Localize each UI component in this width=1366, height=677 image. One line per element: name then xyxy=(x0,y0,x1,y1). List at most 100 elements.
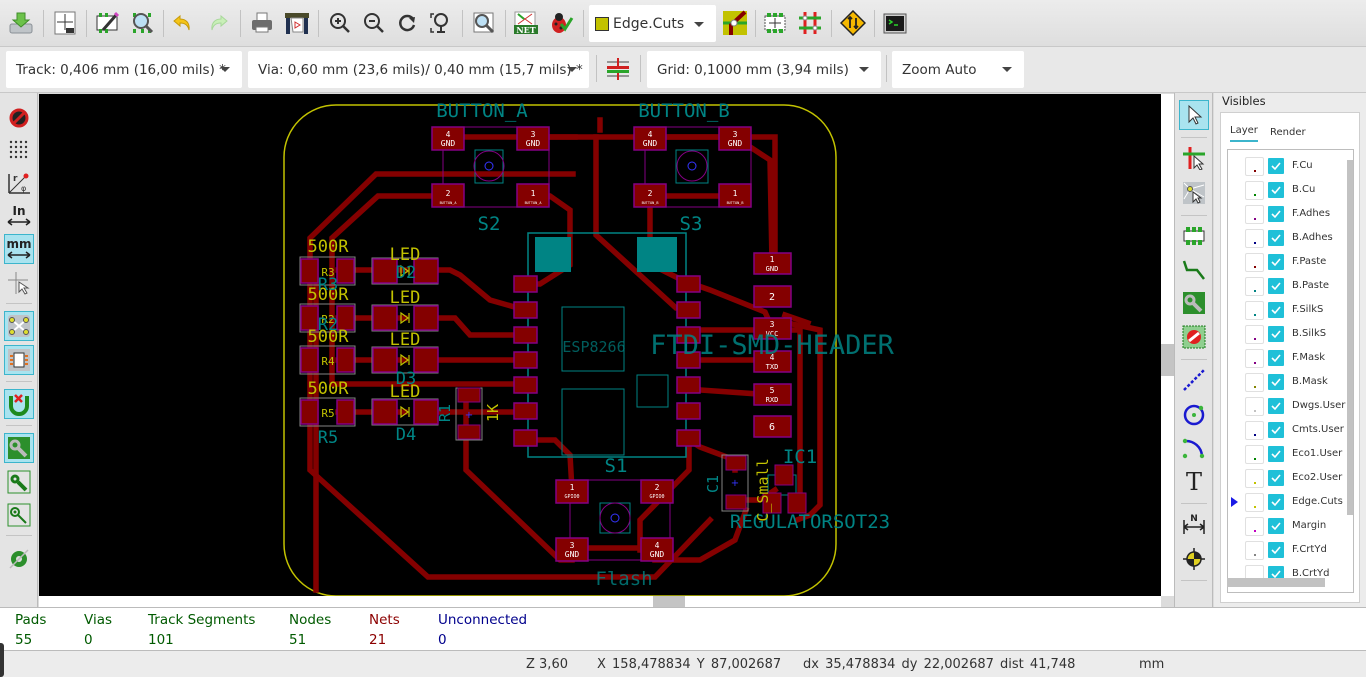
layer-row[interactable]: Margin xyxy=(1228,514,1348,538)
plot-button[interactable] xyxy=(282,8,312,38)
module-ratsnest-button[interactable] xyxy=(4,345,34,375)
layer-row[interactable]: F.Mask xyxy=(1228,346,1348,370)
add-footprint-button[interactable] xyxy=(1179,221,1209,251)
layer-color-button[interactable] xyxy=(1245,373,1264,392)
layer-visible-checkbox[interactable] xyxy=(1268,374,1284,390)
undo-button[interactable] xyxy=(168,8,198,38)
layer-color-button[interactable] xyxy=(1245,301,1264,320)
layer-visible-checkbox[interactable] xyxy=(1268,518,1284,534)
select-tool-button[interactable] xyxy=(1179,100,1209,130)
track-mode-button[interactable] xyxy=(795,8,825,38)
add-circle-button[interactable] xyxy=(1179,399,1209,429)
read-netlist-button[interactable]: NET xyxy=(511,8,541,38)
layer-color-button[interactable] xyxy=(1245,205,1264,224)
layer-visible-checkbox[interactable] xyxy=(1268,182,1284,198)
print-button[interactable] xyxy=(247,8,277,38)
layer-row[interactable]: F.SilkS xyxy=(1228,298,1348,322)
layer-color-button[interactable] xyxy=(1245,469,1264,488)
scripting-console-button[interactable] xyxy=(880,8,910,38)
add-line-button[interactable] xyxy=(1179,365,1209,395)
canvas-horizontal-scrollbar[interactable] xyxy=(39,596,1161,607)
tab-render[interactable]: Render xyxy=(1270,127,1306,138)
layer-row[interactable]: B.SilkS xyxy=(1228,322,1348,346)
add-keepout-button[interactable] xyxy=(1179,322,1209,352)
layer-row[interactable]: B.Paste xyxy=(1228,274,1348,298)
layer-row[interactable]: Dwgs.User xyxy=(1228,394,1348,418)
layer-visible-checkbox[interactable] xyxy=(1268,206,1284,222)
footprint-viewer-button[interactable] xyxy=(127,8,157,38)
layer-visible-checkbox[interactable] xyxy=(1268,302,1284,318)
zoom-select[interactable]: Zoom Auto xyxy=(892,51,1024,88)
scrollbar-thumb[interactable] xyxy=(1161,344,1174,376)
redraw-button[interactable] xyxy=(392,8,422,38)
page-settings-button[interactable] xyxy=(50,8,80,38)
zone-fill-button[interactable] xyxy=(4,433,34,463)
layer-color-button[interactable] xyxy=(1245,253,1264,272)
layer-color-button[interactable] xyxy=(1245,493,1264,512)
backannotate-button[interactable] xyxy=(838,8,868,38)
layer-color-button[interactable] xyxy=(1245,517,1264,536)
layer-row[interactable]: Eco1.User xyxy=(1228,442,1348,466)
add-text-button[interactable]: T xyxy=(1179,466,1209,496)
auto-track-width-button[interactable] xyxy=(603,54,633,84)
zone-outline-button[interactable] xyxy=(4,500,34,530)
cursor-shape-button[interactable] xyxy=(4,268,34,298)
layer-row[interactable]: Edge.Cuts xyxy=(1228,490,1348,514)
layer-visible-checkbox[interactable] xyxy=(1268,254,1284,270)
layer-row[interactable]: B.Cu xyxy=(1228,178,1348,202)
add-zone-button[interactable] xyxy=(1179,288,1209,318)
layer-color-button[interactable] xyxy=(1245,541,1264,560)
add-arc-button[interactable] xyxy=(1179,433,1209,463)
drc-button[interactable] xyxy=(546,8,576,38)
layer-visible-checkbox[interactable] xyxy=(1268,350,1284,366)
zoom-out-button[interactable] xyxy=(359,8,389,38)
layer-color-button[interactable] xyxy=(1245,157,1264,176)
units-inch-button[interactable]: In xyxy=(4,201,34,231)
layer-color-button[interactable] xyxy=(1245,325,1264,344)
layer-visible-checkbox[interactable] xyxy=(1268,230,1284,246)
layer-visible-checkbox[interactable] xyxy=(1268,422,1284,438)
scrollbar-thumb[interactable] xyxy=(653,596,685,607)
layer-row[interactable]: B.Mask xyxy=(1228,370,1348,394)
tab-layer[interactable]: Layer xyxy=(1230,125,1258,142)
zoom-in-button[interactable] xyxy=(325,8,355,38)
layer-visible-checkbox[interactable] xyxy=(1268,278,1284,294)
layer-visible-checkbox[interactable] xyxy=(1268,446,1284,462)
layer-color-button[interactable] xyxy=(1245,445,1264,464)
layer-row[interactable]: B.Adhes xyxy=(1228,226,1348,250)
active-layer-select[interactable]: Edge.Cuts xyxy=(589,5,716,42)
grid-select[interactable]: Grid: 0,1000 mm (3,94 mils) xyxy=(647,51,881,88)
layer-color-button[interactable] xyxy=(1245,421,1264,440)
local-ratsnest-button[interactable] xyxy=(1179,178,1209,208)
show-grid-button[interactable] xyxy=(4,134,34,164)
show-ratsnest-button[interactable] xyxy=(4,311,34,341)
auto-delete-track-button[interactable] xyxy=(4,389,34,419)
layer-color-button[interactable] xyxy=(1245,181,1264,200)
layer-row[interactable]: Eco2.User xyxy=(1228,466,1348,490)
layer-row[interactable]: F.Paste xyxy=(1228,250,1348,274)
polar-coords-button[interactable]: rφ xyxy=(4,168,34,198)
zoom-fit-button[interactable] xyxy=(425,8,455,38)
drc-off-button[interactable] xyxy=(4,101,34,131)
layer-color-button[interactable] xyxy=(1245,229,1264,248)
add-target-button[interactable] xyxy=(1179,544,1209,574)
route-track-button[interactable] xyxy=(1179,255,1209,285)
layer-visible-checkbox[interactable] xyxy=(1268,470,1284,486)
layer-row[interactable]: Cmts.User xyxy=(1228,418,1348,442)
layer-visible-checkbox[interactable] xyxy=(1268,158,1284,174)
footprint-editor-button[interactable] xyxy=(93,8,123,38)
add-dimension-button[interactable]: N xyxy=(1179,509,1209,539)
layer-visible-checkbox[interactable] xyxy=(1268,398,1284,414)
redo-button[interactable] xyxy=(203,8,233,38)
layer-visible-checkbox[interactable] xyxy=(1268,494,1284,510)
layer-pair-button[interactable] xyxy=(720,8,750,38)
layer-list-scrollbar[interactable] xyxy=(1347,160,1353,515)
track-width-select[interactable]: Track: 0,406 mm (16,00 mils) * xyxy=(6,51,242,88)
pcb-canvas[interactable]: 4 GND 3 GND 2 BUTTON_A 1 BUTTON_A BUTTON… xyxy=(39,94,1161,596)
layer-visible-checkbox[interactable] xyxy=(1268,326,1284,342)
layer-color-button[interactable] xyxy=(1245,397,1264,416)
units-mm-button[interactable]: mm xyxy=(4,234,34,264)
layer-visible-checkbox[interactable] xyxy=(1268,542,1284,558)
canvas-vertical-scrollbar[interactable] xyxy=(1161,94,1174,596)
via-size-select[interactable]: Via: 0,60 mm (23,6 mils)/ 0,40 mm (15,7 … xyxy=(248,51,589,88)
